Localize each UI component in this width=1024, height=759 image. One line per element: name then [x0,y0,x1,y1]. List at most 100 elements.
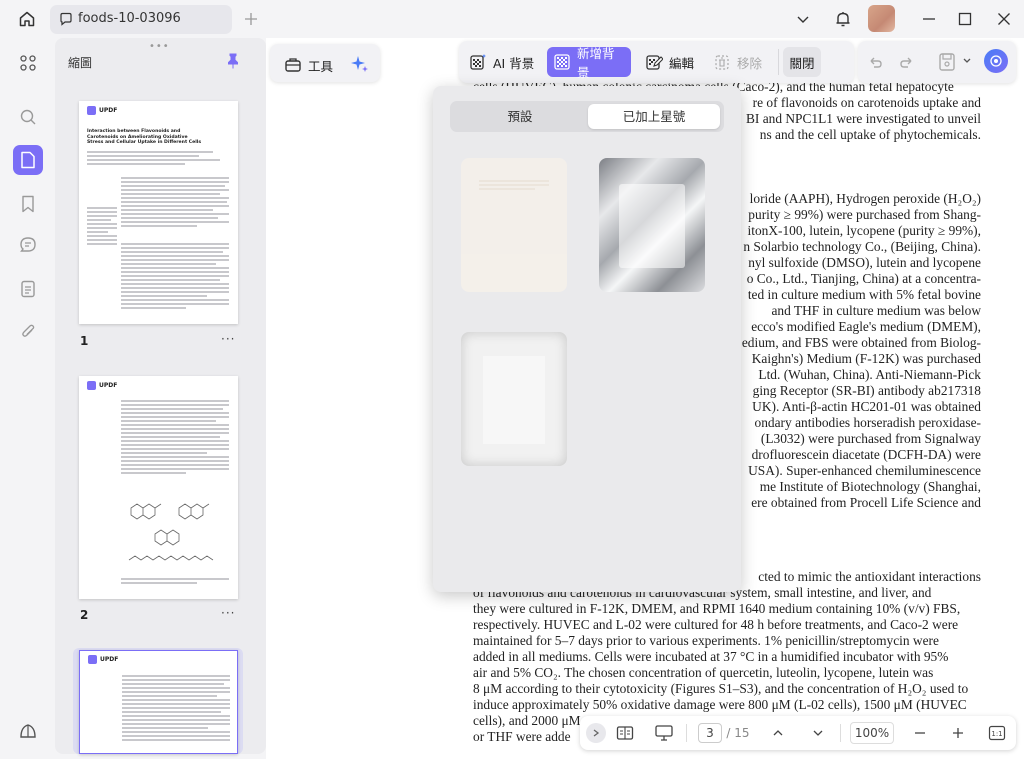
presentation-icon[interactable] [652,723,676,743]
page-icon[interactable] [13,145,43,175]
zoom-in-icon[interactable] [948,723,968,743]
page-1-more-icon[interactable]: ··· [221,332,235,346]
toolbox-icon [284,56,302,74]
document-text-line: added in all mediums. Cells were incubat… [473,649,949,664]
document-text-line: BI and NPC1L1 were investigated to unvei… [745,111,981,126]
bottom-bar: 3 / 15 100% 1:1 [580,716,1016,750]
reading-mode-icon[interactable] [614,723,636,743]
prev-page-icon[interactable] [768,723,788,743]
maximize-icon[interactable] [954,8,976,30]
close-button[interactable]: 關閉 [783,47,821,77]
ai-background-button[interactable]: AI 背景 [463,47,540,77]
close-label: 關閉 [789,55,815,71]
tab-default[interactable]: 預設 [454,104,586,129]
add-background-icon [553,53,571,71]
redo-icon[interactable] [898,53,916,71]
tab-starred[interactable]: 已加上星號 [588,104,720,129]
ai-assistant-icon[interactable] [984,49,1008,73]
background-template-3[interactable] [461,332,567,466]
molecule-figure [125,494,221,572]
page-number-2: 2 [80,608,89,622]
page-input[interactable]: 3 [698,723,722,743]
page-total: / 15 [726,726,750,740]
drag-handle-icon[interactable]: ••• [149,41,170,52]
attachment-icon[interactable] [15,318,41,344]
document-text-line: 8 μM according to their cytotoxicity (Fi… [473,681,969,696]
page-thumbnail-3[interactable]: UPDF [79,650,238,754]
document-text-line: nyl sulfoxide (DMSO), lutein and lycopen… [748,255,981,270]
new-tab-icon[interactable] [240,8,262,30]
tools-button[interactable]: 工具 [278,50,339,80]
remove-button[interactable]: 移除 [707,47,768,77]
page-thumbnail-1[interactable]: UPDF Interaction between Flavonoids and … [79,101,238,324]
chevron-down-icon[interactable] [792,8,814,30]
layers-icon[interactable] [15,718,41,744]
collapse-icon[interactable] [586,723,606,743]
save-icon[interactable] [938,52,956,72]
document-text-line: they were cultured in F-12K, DMEM, and R… [473,601,961,616]
title-bar: foods-10-03096 [0,0,1024,38]
document-text-line: cted to mimic the antioxidant interactio… [758,569,981,584]
document-text-line: ging Receptor (SR-BI) antibody ab217318 [752,383,981,398]
tools-pill: 工具 [270,44,380,82]
trash-icon [713,53,731,71]
actual-size-icon[interactable]: 1:1 [986,723,1008,743]
document-text-line: maintained for 5–7 days prior to various… [473,633,939,648]
document-text-line: me Institute of Biotechnology (Shanghai, [759,479,981,494]
document-text-line: n Solarbio technology Co., (Beijing, Chi… [743,239,981,254]
template-tabs: 預設 已加上星號 [450,101,724,132]
document-text-line: and THF in culture medium was below [771,303,981,318]
document-text-line: o Co., Ltd., Tianjing, China) at a conce… [746,271,981,286]
ai-background-label: AI 背景 [493,55,535,71]
home-icon[interactable] [16,8,38,30]
grid-icon[interactable] [15,50,41,76]
page-number-1: 1 [80,334,89,348]
form-icon[interactable] [15,276,41,302]
document-text-line: purity ≥ 99%) were purchased from Shang- [748,207,981,222]
page-thumbnail-2[interactable]: UPDF [79,376,238,599]
document-text-line: induce approximately 50% oxidative damag… [473,697,967,712]
right-toolbar [858,41,1016,83]
thumbnail-panel-title: 縮圖 [68,56,93,70]
avatar[interactable] [868,5,895,32]
bookmark-icon[interactable] [15,191,41,217]
minimize-icon[interactable] [918,8,940,30]
zoom-level[interactable]: 100% [850,722,894,744]
background-template-1[interactable] [461,158,567,292]
tab-title: foods-10-03096 [78,11,181,26]
document-tab[interactable]: foods-10-03096 [50,5,232,34]
document-text-line: Kaighn's) Medium (F-12K) was purchased [751,351,981,366]
left-rail [0,38,54,759]
ai-sparkle-icon[interactable] [350,54,370,74]
document-text-line: UK). Anti-β-actin HC201-01 was obtained [752,399,981,414]
toolbar-divider [778,49,779,75]
edit-button[interactable]: 編輯 [639,47,700,77]
next-page-icon[interactable] [808,723,828,743]
document-text-line: re of flavonoids on carotenoids uptake a… [752,95,981,110]
zoom-out-icon[interactable] [910,723,930,743]
document-text-line: ere obtained from Procell Life Science a… [751,495,981,510]
document-text-line: ns and the cell uptake of phytochemicals… [759,127,981,142]
thumbnail-panel: ••• 縮圖 UPDF Interaction between Flavonoi… [55,38,266,754]
close-icon[interactable] [993,8,1015,30]
ai-background-icon [469,53,487,71]
updf-logo: UPDF [88,655,118,664]
document-text-line: edium, and FBS were obtained from Biolog… [741,335,981,350]
document-text-line: (L3032) were purchased from Signalway [760,431,981,446]
document-text-line: respectively. HUVEC and L-02 were cultur… [473,617,959,632]
bell-icon[interactable] [832,8,854,30]
save-dropdown-chevron-icon[interactable] [962,55,972,65]
page-2-more-icon[interactable]: ··· [221,606,235,620]
add-background-button[interactable]: 新增背景 [547,46,631,80]
background-template-2[interactable] [599,158,705,292]
document-text-line: USA). Super-enhanced chemiluminescence [748,463,981,478]
undo-icon[interactable] [866,53,884,71]
background-template-popup: 預設 已加上星號 [433,86,741,592]
search-icon[interactable] [15,104,41,130]
tools-label: 工具 [308,58,334,74]
document-text-line: Ltd. (Wuhan, China). Anti-Niemann-Pick [758,367,981,382]
pin-icon[interactable] [226,53,240,69]
comment-icon[interactable] [15,232,41,258]
document-text-line: ecco's modified Eagle's medium (DMEM), [751,319,981,334]
background-toolbar: AI 背景 新增背景 編輯 移除 關閉 [459,41,854,83]
